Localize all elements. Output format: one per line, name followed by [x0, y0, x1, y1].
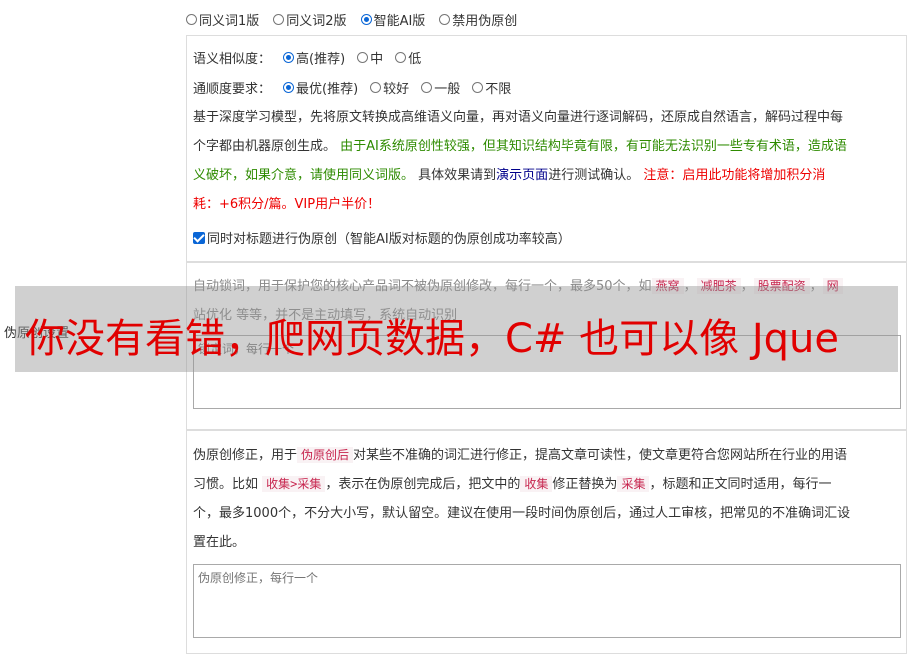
fluency-label: 通顺度要求： — [193, 82, 272, 97]
radio-icon[interactable] — [370, 82, 382, 93]
mode-option-ai[interactable]: 智能AI版 — [360, 10, 425, 29]
radio-selected-icon[interactable] — [283, 82, 295, 93]
correction-textarea[interactable] — [193, 564, 901, 638]
mode-radio-group: 同义词1版 同义词2版 智能AI版 禁用伪原创 — [186, 10, 517, 29]
fluency-normal[interactable]: 一般 — [421, 78, 460, 97]
mode-option-synonym1[interactable]: 同义词1版 — [186, 10, 259, 29]
mode-option-disable[interactable]: 禁用伪原创 — [439, 10, 517, 29]
ai-settings-panel: 语义相似度： 高(推荐) 中 低 通顺度要求： 最优(推荐) 较好 一般 不限 … — [186, 35, 907, 262]
ai-description: 基于深度学习模型，先将原文转换成高维语义向量，再对语义向量进行逐词解码，还原成自… — [193, 110, 847, 212]
radio-icon[interactable] — [273, 14, 285, 25]
radio-icon[interactable] — [395, 52, 407, 63]
correction-description: 伪原创修正，用于 伪原创后 对某些不准确的词汇进行修正，提高文章可读性，使文章更符合… — [193, 447, 851, 550]
fluency-row: 通顺度要求： 最优(推荐) 较好 一般 不限 — [193, 78, 511, 97]
similarity-label: 语义相似度： — [193, 52, 272, 67]
title-rewrite-checkbox[interactable]: 同时对标题进行伪原创（智能AI版对标题的伪原创成功率较高） — [193, 228, 571, 247]
radio-icon[interactable] — [472, 82, 484, 93]
fluency-best[interactable]: 最优(推荐) — [283, 78, 358, 97]
checkbox-checked-icon[interactable] — [193, 232, 205, 244]
fluency-good[interactable]: 较好 — [370, 78, 409, 97]
overlay-banner-text: 你没有看错，爬网页数据，C# 也可以像 Jque — [25, 316, 840, 362]
code-snippet: 采集 — [617, 476, 650, 492]
code-snippet: 伪原创后 — [297, 447, 354, 463]
correction-panel: 伪原创修正，用于 伪原创后 对某些不准确的词汇进行修正，提高文章可读性，使文章更符合… — [186, 430, 907, 654]
code-snippet: 收集>采集 — [262, 476, 326, 492]
mode-option-synonym2[interactable]: 同义词2版 — [273, 10, 347, 29]
radio-icon[interactable] — [357, 52, 369, 63]
radio-selected-icon[interactable] — [283, 52, 295, 63]
radio-selected-icon[interactable] — [360, 14, 372, 25]
similarity-medium[interactable]: 中 — [357, 48, 383, 67]
code-snippet: 收集 — [520, 476, 553, 492]
similarity-high[interactable]: 高(推荐) — [283, 48, 345, 67]
fluency-any[interactable]: 不限 — [472, 78, 511, 97]
similarity-row: 语义相似度： 高(推荐) 中 低 — [193, 48, 421, 67]
demo-page-link[interactable]: 演示页面 — [496, 168, 548, 183]
radio-icon[interactable] — [421, 82, 433, 93]
radio-icon[interactable] — [186, 14, 197, 25]
radio-icon[interactable] — [439, 14, 451, 25]
similarity-low[interactable]: 低 — [395, 48, 421, 67]
